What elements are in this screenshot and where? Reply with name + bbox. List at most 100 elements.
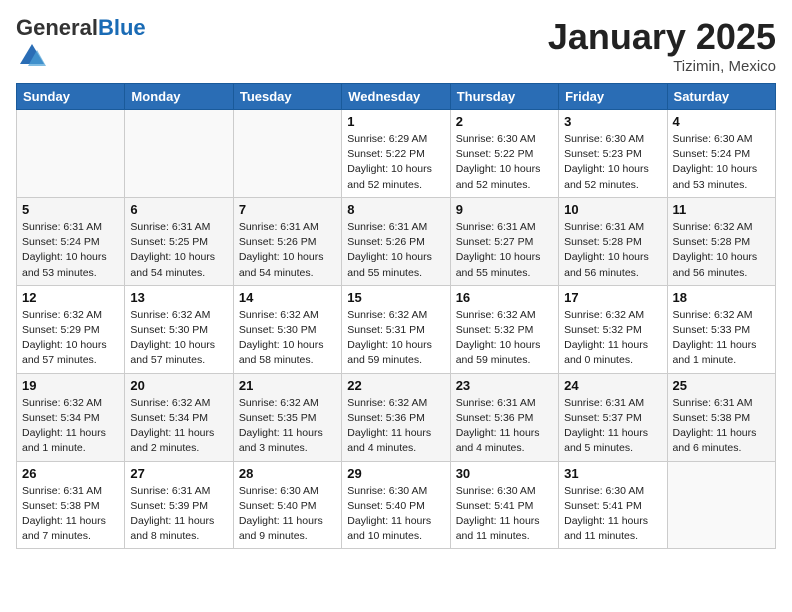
day-info: Sunrise: 6:32 AMSunset: 5:32 PMDaylight:… <box>456 308 553 369</box>
title-block: January 2025 Tizimin, Mexico <box>548 16 776 75</box>
day-number: 6 <box>130 202 227 217</box>
calendar-cell: 12Sunrise: 6:32 AMSunset: 5:29 PMDayligh… <box>17 285 125 373</box>
calendar-cell <box>125 110 233 198</box>
day-info: Sunrise: 6:32 AMSunset: 5:31 PMDaylight:… <box>347 308 444 369</box>
day-info: Sunrise: 6:31 AMSunset: 5:26 PMDaylight:… <box>239 220 336 281</box>
day-info: Sunrise: 6:29 AMSunset: 5:22 PMDaylight:… <box>347 132 444 193</box>
day-info: Sunrise: 6:30 AMSunset: 5:23 PMDaylight:… <box>564 132 661 193</box>
day-number: 1 <box>347 114 444 129</box>
calendar-cell: 18Sunrise: 6:32 AMSunset: 5:33 PMDayligh… <box>667 285 775 373</box>
calendar-cell: 30Sunrise: 6:30 AMSunset: 5:41 PMDayligh… <box>450 461 558 549</box>
logo-icon <box>18 40 46 68</box>
calendar-cell: 24Sunrise: 6:31 AMSunset: 5:37 PMDayligh… <box>559 373 667 461</box>
day-number: 4 <box>673 114 770 129</box>
day-number: 26 <box>22 466 119 481</box>
day-info: Sunrise: 6:32 AMSunset: 5:33 PMDaylight:… <box>673 308 770 369</box>
day-number: 21 <box>239 378 336 393</box>
day-info: Sunrise: 6:32 AMSunset: 5:28 PMDaylight:… <box>673 220 770 281</box>
calendar-cell <box>667 461 775 549</box>
calendar-cell: 9Sunrise: 6:31 AMSunset: 5:27 PMDaylight… <box>450 197 558 285</box>
calendar-cell: 28 Sunrise: 6:30 AMSunset: 5:40 PMDayligh… <box>233 461 341 549</box>
day-number: 17 <box>564 290 661 305</box>
calendar-cell: 23Sunrise: 6:31 AMSunset: 5:36 PMDayligh… <box>450 373 558 461</box>
weekday-header-sunday: Sunday <box>17 84 125 110</box>
page-header: GeneralBlue January 2025 Tizimin, Mexico <box>16 16 776 75</box>
calendar-cell: 6 Sunrise: 6:31 AMSunset: 5:25 PMDaylight… <box>125 197 233 285</box>
calendar-cell: 11 Sunrise: 6:32 AMSunset: 5:28 PMDayligh… <box>667 197 775 285</box>
weekday-header-row: SundayMondayTuesdayWednesdayThursdayFrid… <box>17 84 776 110</box>
weekday-header-tuesday: Tuesday <box>233 84 341 110</box>
day-number: 28 <box>239 466 336 481</box>
calendar-cell: 31 Sunrise: 6:30 AMSunset: 5:41 PMDayligh… <box>559 461 667 549</box>
day-number: 7 <box>239 202 336 217</box>
week-row-2: 5 Sunrise: 6:31 AMSunset: 5:24 PMDaylight… <box>17 197 776 285</box>
day-info: Sunrise: 6:31 AMSunset: 5:37 PMDaylight:… <box>564 396 661 457</box>
weekday-header-wednesday: Wednesday <box>342 84 450 110</box>
location-text: Tizimin, Mexico <box>548 58 776 75</box>
day-info: Sunrise: 6:30 AMSunset: 5:40 PMDaylight:… <box>239 484 336 545</box>
calendar-cell: 15 Sunrise: 6:32 AMSunset: 5:31 PMDayligh… <box>342 285 450 373</box>
day-number: 2 <box>456 114 553 129</box>
calendar-cell: 5 Sunrise: 6:31 AMSunset: 5:24 PMDaylight… <box>17 197 125 285</box>
day-info: Sunrise: 6:31 AMSunset: 5:38 PMDaylight:… <box>22 484 119 545</box>
calendar-cell: 22Sunrise: 6:32 AMSunset: 5:36 PMDayligh… <box>342 373 450 461</box>
day-info: Sunrise: 6:31 AMSunset: 5:26 PMDaylight:… <box>347 220 444 281</box>
calendar-cell: 13Sunrise: 6:32 AMSunset: 5:30 PMDayligh… <box>125 285 233 373</box>
day-info: Sunrise: 6:31 AMSunset: 5:39 PMDaylight:… <box>130 484 227 545</box>
day-number: 31 <box>564 466 661 481</box>
day-number: 23 <box>456 378 553 393</box>
day-info: Sunrise: 6:32 AMSunset: 5:35 PMDaylight:… <box>239 396 336 457</box>
week-row-5: 26 Sunrise: 6:31 AMSunset: 5:38 PMDayligh… <box>17 461 776 549</box>
day-info: Sunrise: 6:31 AMSunset: 5:25 PMDaylight:… <box>130 220 227 281</box>
day-info: Sunrise: 6:32 AMSunset: 5:30 PMDaylight:… <box>130 308 227 369</box>
week-row-3: 12Sunrise: 6:32 AMSunset: 5:29 PMDayligh… <box>17 285 776 373</box>
calendar-table: SundayMondayTuesdayWednesdayThursdayFrid… <box>16 83 776 549</box>
month-title: January 2025 <box>548 16 776 58</box>
day-number: 15 <box>347 290 444 305</box>
day-info: Sunrise: 6:31 AMSunset: 5:28 PMDaylight:… <box>564 220 661 281</box>
calendar-cell: 10 Sunrise: 6:31 AMSunset: 5:28 PMDayligh… <box>559 197 667 285</box>
calendar-cell: 8 Sunrise: 6:31 AMSunset: 5:26 PMDaylight… <box>342 197 450 285</box>
day-info: Sunrise: 6:31 AMSunset: 5:38 PMDaylight:… <box>673 396 770 457</box>
weekday-header-friday: Friday <box>559 84 667 110</box>
day-info: Sunrise: 6:30 AMSunset: 5:41 PMDaylight:… <box>564 484 661 545</box>
day-number: 19 <box>22 378 119 393</box>
day-number: 5 <box>22 202 119 217</box>
week-row-4: 19 Sunrise: 6:32 AMSunset: 5:34 PMDayligh… <box>17 373 776 461</box>
day-info: Sunrise: 6:30 AMSunset: 5:40 PMDaylight:… <box>347 484 444 545</box>
day-number: 25 <box>673 378 770 393</box>
day-number: 14 <box>239 290 336 305</box>
day-number: 11 <box>673 202 770 217</box>
calendar-cell: 17 Sunrise: 6:32 AMSunset: 5:32 PMDayligh… <box>559 285 667 373</box>
day-number: 30 <box>456 466 553 481</box>
calendar-cell: 20Sunrise: 6:32 AMSunset: 5:34 PMDayligh… <box>125 373 233 461</box>
day-info: Sunrise: 6:32 AMSunset: 5:36 PMDaylight:… <box>347 396 444 457</box>
day-number: 8 <box>347 202 444 217</box>
calendar-cell: 1 Sunrise: 6:29 AMSunset: 5:22 PMDaylight… <box>342 110 450 198</box>
day-number: 10 <box>564 202 661 217</box>
day-info: Sunrise: 6:31 AMSunset: 5:24 PMDaylight:… <box>22 220 119 281</box>
calendar-cell <box>233 110 341 198</box>
day-info: Sunrise: 6:30 AMSunset: 5:24 PMDaylight:… <box>673 132 770 193</box>
day-info: Sunrise: 6:32 AMSunset: 5:32 PMDaylight:… <box>564 308 661 369</box>
day-info: Sunrise: 6:32 AMSunset: 5:34 PMDaylight:… <box>22 396 119 457</box>
calendar-cell: 27Sunrise: 6:31 AMSunset: 5:39 PMDayligh… <box>125 461 233 549</box>
calendar-cell: 25 Sunrise: 6:31 AMSunset: 5:38 PMDayligh… <box>667 373 775 461</box>
day-number: 16 <box>456 290 553 305</box>
calendar-cell: 29 Sunrise: 6:30 AMSunset: 5:40 PMDayligh… <box>342 461 450 549</box>
weekday-header-thursday: Thursday <box>450 84 558 110</box>
day-number: 20 <box>130 378 227 393</box>
week-row-1: 1 Sunrise: 6:29 AMSunset: 5:22 PMDaylight… <box>17 110 776 198</box>
day-number: 29 <box>347 466 444 481</box>
day-info: Sunrise: 6:32 AMSunset: 5:30 PMDaylight:… <box>239 308 336 369</box>
weekday-header-saturday: Saturday <box>667 84 775 110</box>
day-info: Sunrise: 6:30 AMSunset: 5:22 PMDaylight:… <box>456 132 553 193</box>
logo-blue-text: Blue <box>98 15 146 40</box>
calendar-cell: 19 Sunrise: 6:32 AMSunset: 5:34 PMDayligh… <box>17 373 125 461</box>
calendar-cell: 4 Sunrise: 6:30 AMSunset: 5:24 PMDaylight… <box>667 110 775 198</box>
calendar-cell: 14 Sunrise: 6:32 AMSunset: 5:30 PMDayligh… <box>233 285 341 373</box>
calendar-cell: 3Sunrise: 6:30 AMSunset: 5:23 PMDaylight… <box>559 110 667 198</box>
day-number: 12 <box>22 290 119 305</box>
logo: GeneralBlue <box>16 16 146 73</box>
calendar-cell <box>17 110 125 198</box>
